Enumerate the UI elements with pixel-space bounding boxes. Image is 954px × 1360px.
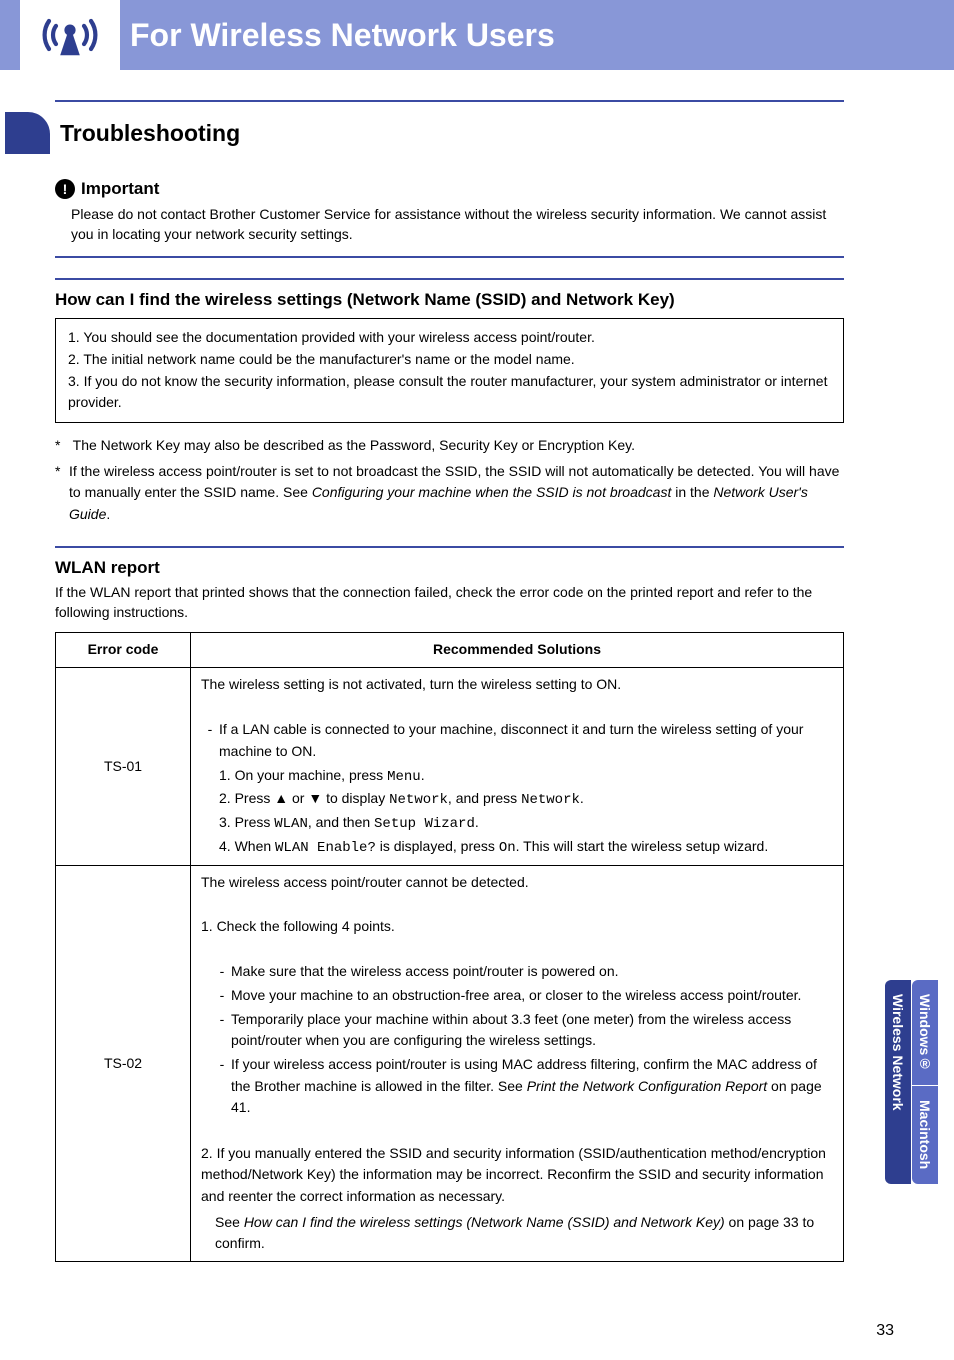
step: 4. When WLAN Enable? is displayed, press… [201,836,833,860]
asterisk-icon: * [55,461,69,526]
table-row: TS-02 The wireless access point/router c… [56,866,844,1262]
page-header: For Wireless Network Users [0,0,954,70]
error-code: TS-01 [56,667,191,866]
exclaim-icon: ! [55,179,75,199]
wlan-intro: If the WLAN report that printed shows th… [55,582,844,623]
dash-item: - Make sure that the wireless access poi… [201,961,833,983]
dash-icon: - [213,961,231,983]
wifi-antenna-icon [35,10,105,60]
section-heading: Troubleshooting [60,120,240,147]
find-settings-box: 1. You should see the documentation prov… [55,318,844,423]
step: 1. On your machine, press Menu. [201,765,833,789]
footnote-text: If the wireless access point/router is s… [69,461,844,526]
dash-icon: - [213,1054,231,1119]
wireless-icon [20,0,120,70]
th-error-code: Error code [56,633,191,668]
dash-item: - Move your machine to an obstruction-fr… [201,985,833,1007]
dash-icon: - [213,1009,231,1052]
important-text: Please do not contact Brother Customer S… [55,205,844,244]
table-row: TS-01 The wireless setting is not activa… [56,667,844,866]
asterisk-icon: * [55,435,69,457]
dash-item: - Temporarily place your machine within … [201,1009,833,1052]
section-marker-icon [5,112,50,154]
solution-cell: The wireless setting is not activated, t… [191,667,844,866]
dash-item: - If a LAN cable is connected to your ma… [201,719,833,762]
footnotes: * The Network Key may also be described … [55,435,844,526]
footnote: * The Network Key may also be described … [55,435,844,457]
solution-text: The wireless access point/router cannot … [201,872,833,894]
dash-item: - If your wireless access point/router i… [201,1054,833,1119]
side-tabs: Wireless Network Windows® Macintosh [885,980,954,1184]
section-heading-row: Troubleshooting [55,112,844,154]
list-item: 3. If you do not know the security infor… [68,371,831,414]
dash-text: If a LAN cable is connected to your mach… [219,719,833,762]
divider [55,278,844,280]
th-solutions: Recommended Solutions [191,633,844,668]
solution-text: The wireless setting is not activated, t… [201,674,833,696]
section-rule [55,100,844,102]
footnote: * If the wireless access point/router is… [55,461,844,526]
solution-cell: The wireless access point/router cannot … [191,866,844,1262]
step: See How can I find the wireless settings… [201,1212,833,1255]
important-box: ! Important Please do not contact Brothe… [55,179,844,258]
step: 3. Press WLAN, and then Setup Wizard. [201,812,833,836]
dash-icon: - [213,985,231,1007]
step: 1. Check the following 4 points. [201,916,833,938]
page-title: For Wireless Network Users [130,17,555,54]
step: 2. If you manually entered the SSID and … [201,1143,833,1208]
footnote-text: The Network Key may also be described as… [73,437,635,453]
dash-icon: - [201,719,219,762]
list-item: 1. You should see the documentation prov… [68,327,831,349]
important-label: ! Important [55,179,844,199]
find-settings-heading: How can I find the wireless settings (Ne… [55,290,844,310]
error-code: TS-02 [56,866,191,1262]
step: 2. Press ▲ or ▼ to display Network, and … [201,788,833,812]
tab-windows[interactable]: Windows® [912,980,938,1085]
divider [55,546,844,548]
list-item: 2. The initial network name could be the… [68,349,831,371]
wlan-heading: WLAN report [55,558,844,578]
tab-wireless-network[interactable]: Wireless Network [885,980,911,1184]
error-table: Error code Recommended Solutions TS-01 T… [55,632,844,1262]
important-label-text: Important [81,179,159,199]
tab-macintosh[interactable]: Macintosh [912,1086,938,1183]
